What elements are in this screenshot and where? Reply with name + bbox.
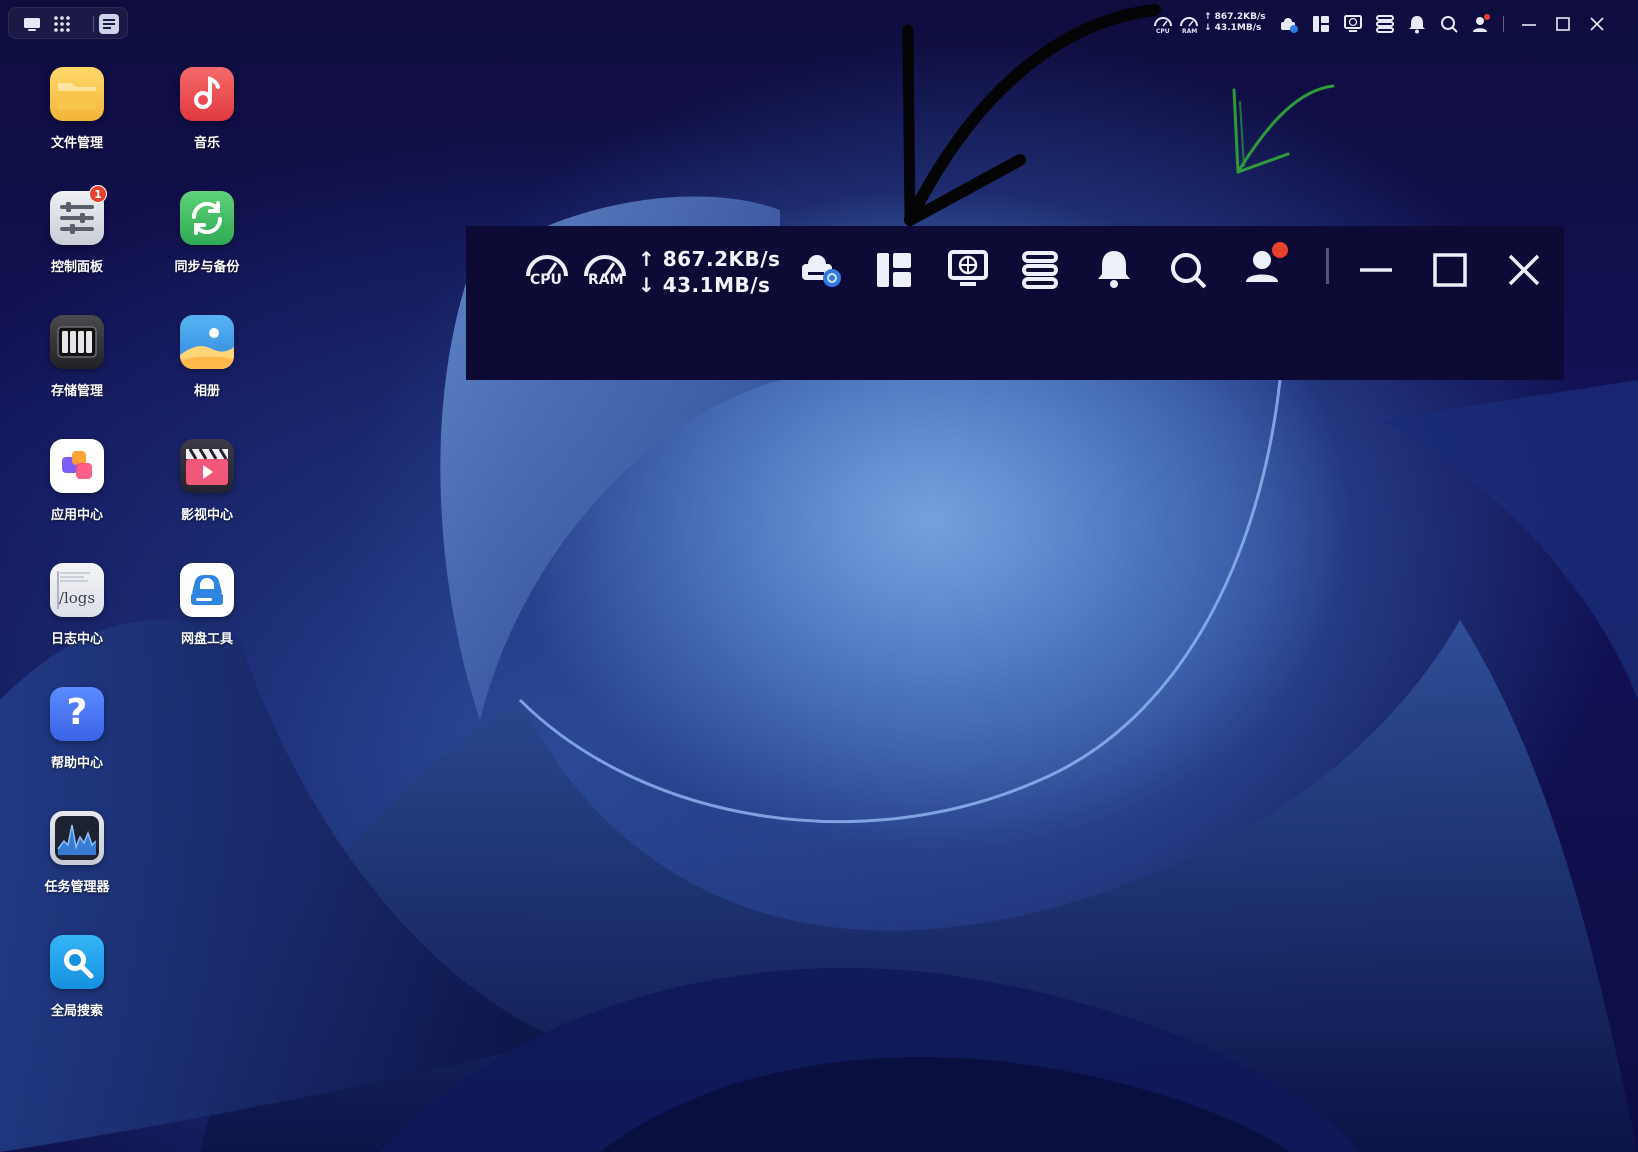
app-label: 影视中心 bbox=[180, 508, 233, 523]
minimize-icon[interactable] bbox=[1518, 13, 1540, 35]
cloud-drive-sync-icon[interactable] bbox=[798, 248, 846, 288]
photos-icon bbox=[180, 315, 234, 369]
storage-manager-icon bbox=[50, 315, 104, 369]
app-task-manager[interactable]: 任务管理器 bbox=[17, 811, 137, 895]
app-cloud-disk-tool[interactable]: 网盘工具 bbox=[147, 563, 267, 647]
app-label: 存储管理 bbox=[50, 384, 103, 399]
app-label: 音乐 bbox=[193, 136, 220, 151]
close-icon[interactable] bbox=[1586, 13, 1608, 35]
maximize-icon[interactable] bbox=[1430, 250, 1470, 290]
help-tile-text: ? bbox=[66, 692, 88, 733]
show-desktop-icon[interactable] bbox=[22, 14, 42, 34]
minimize-icon[interactable] bbox=[1356, 250, 1396, 290]
notification-badge: 1 bbox=[89, 185, 107, 203]
download-rate: ↓ 43.1MB/s bbox=[1204, 23, 1262, 33]
sync-icon bbox=[180, 191, 234, 245]
app-help-center[interactable]: ? 帮助中心 bbox=[17, 687, 137, 771]
app-label: 日志中心 bbox=[50, 632, 103, 647]
app-label: 任务管理器 bbox=[44, 880, 110, 895]
remote-desktop-icon[interactable] bbox=[1342, 13, 1364, 35]
bell-icon[interactable] bbox=[1094, 248, 1134, 290]
music-icon bbox=[180, 67, 234, 121]
system-tray: CPU RAM ↑ 867.2KB/s ↓ 43.1MB/s bbox=[1150, 10, 1630, 40]
app-video-center[interactable]: 影视中心 bbox=[147, 439, 267, 523]
maximize-icon[interactable] bbox=[1552, 13, 1574, 35]
desktop-switcher bbox=[8, 7, 128, 39]
storage-icon[interactable] bbox=[1020, 250, 1060, 290]
tray-divider bbox=[1503, 16, 1504, 32]
search-icon[interactable] bbox=[1438, 13, 1460, 35]
tray-divider bbox=[1326, 248, 1329, 284]
network-rate[interactable]: ↑ 867.2KB/s ↓ 43.1MB/s bbox=[1204, 12, 1266, 34]
app-logs[interactable]: /logs 日志中心 bbox=[17, 563, 137, 647]
bell-icon[interactable] bbox=[1406, 13, 1428, 35]
cloud-drive-sync-icon[interactable] bbox=[1278, 13, 1300, 35]
user-icon[interactable] bbox=[1242, 240, 1294, 290]
app-music[interactable]: 音乐 bbox=[147, 67, 267, 151]
app-photos[interactable]: 相册 bbox=[147, 315, 267, 399]
app-file-manager[interactable]: 文件管理 bbox=[17, 67, 137, 151]
app-label: 网盘工具 bbox=[180, 632, 233, 647]
app-control-panel[interactable]: 1 控制面板 bbox=[17, 185, 137, 275]
user-icon[interactable] bbox=[1470, 13, 1492, 35]
folder-icon bbox=[50, 67, 104, 121]
app-app-center[interactable]: 应用中心 bbox=[17, 439, 137, 523]
app-label: 文件管理 bbox=[50, 136, 103, 151]
app-storage-manager[interactable]: 存储管理 bbox=[17, 315, 137, 399]
app-label: 帮助中心 bbox=[50, 756, 103, 771]
close-icon[interactable] bbox=[1504, 250, 1544, 290]
upload-rate: ↑ 867.2KB/s bbox=[1204, 12, 1266, 22]
logs-tile-text: /logs bbox=[58, 589, 96, 607]
ram-label: RAM bbox=[1182, 28, 1198, 35]
app-label: 相册 bbox=[193, 384, 220, 399]
app-label: 应用中心 bbox=[50, 508, 103, 523]
cpu-label: CPU bbox=[1156, 28, 1170, 35]
storage-icon[interactable] bbox=[1374, 13, 1396, 35]
cloud-disk-icon bbox=[180, 563, 234, 617]
layout-icon[interactable] bbox=[874, 250, 914, 290]
widget-panel-icon[interactable] bbox=[98, 13, 120, 35]
upload-rate: ↑ 867.2KB/s bbox=[638, 247, 781, 271]
app-label: 控制面板 bbox=[50, 260, 103, 275]
help-icon: ? bbox=[50, 687, 104, 741]
video-center-icon bbox=[180, 439, 234, 493]
network-rate[interactable]: ↑ 867.2KB/s ↓ 43.1MB/s bbox=[638, 246, 780, 298]
app-sync-backup[interactable]: 同步与备份 bbox=[147, 191, 267, 275]
app-center-icon bbox=[50, 439, 104, 493]
app-label: 全局搜索 bbox=[50, 1004, 103, 1019]
layout-icon[interactable] bbox=[1310, 13, 1332, 35]
global-search-icon bbox=[50, 935, 104, 989]
download-rate: ↓ 43.1MB/s bbox=[638, 273, 771, 297]
remote-desktop-icon[interactable] bbox=[946, 248, 990, 292]
switcher-divider bbox=[93, 16, 94, 32]
cpu-label: CPU bbox=[530, 272, 562, 288]
annotation-arrow-black bbox=[902, 4, 1161, 226]
search-icon[interactable] bbox=[1168, 250, 1208, 290]
logs-icon: /logs bbox=[50, 563, 104, 617]
ram-label: RAM bbox=[588, 272, 624, 288]
task-manager-icon bbox=[50, 811, 104, 865]
app-launcher-icon[interactable] bbox=[52, 14, 72, 34]
app-global-search[interactable]: 全局搜索 bbox=[17, 935, 137, 1019]
system-tray-zoomed: CPU RAM ↑ 867.2KB/s ↓ 43.1MB/s bbox=[466, 226, 1564, 380]
annotation-arrow-green bbox=[1232, 84, 1335, 174]
app-label: 同步与备份 bbox=[174, 260, 240, 275]
